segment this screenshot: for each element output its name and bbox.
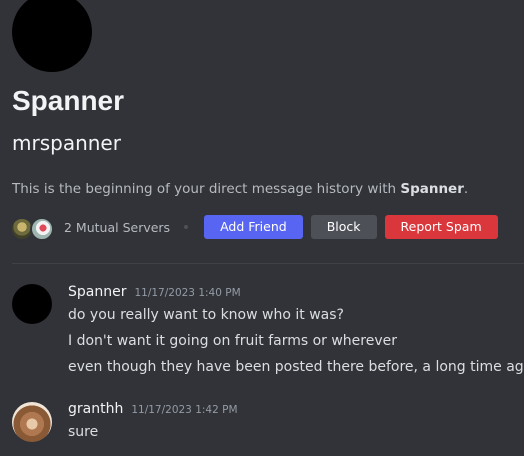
message-author[interactable]: granthh [68,401,123,417]
report-spam-button[interactable]: Report Spam [384,215,498,239]
message-timestamp: 11/17/2023 1:40 PM [134,287,241,299]
mutual-server-icons[interactable] [10,215,56,241]
message-header: Spanner 11/17/2023 1:40 PM [68,284,241,304]
intro-prefix: This is the beginning of your direct mes… [12,181,401,197]
avatar[interactable] [12,284,52,324]
message-timestamp: 11/17/2023 1:42 PM [131,404,238,416]
avatar[interactable] [12,402,52,442]
message-text: I don't want it going on fruit farms or … [68,333,398,349]
add-friend-button[interactable]: Add Friend [204,215,303,239]
message-text: even though they have been posted there … [68,359,524,375]
message-text: sure [68,424,99,440]
profile-display-name: Spanner [12,85,125,116]
profile-avatar[interactable] [12,0,92,72]
message-group: granthh 11/17/2023 1:42 PM sure [0,401,524,449]
intro-name: Spanner [400,181,464,197]
dm-intro-text: This is the beginning of your direct mes… [12,179,468,199]
message-header: granthh 11/17/2023 1:42 PM [68,401,238,421]
separator-dot [184,225,189,229]
block-button[interactable]: Block [310,215,377,239]
mutual-servers-row: 2 Mutual Servers Add Friend Block Report… [10,213,498,241]
divider [12,263,524,264]
message-author[interactable]: Spanner [68,284,126,300]
mutual-servers-label[interactable]: 2 Mutual Servers [64,220,170,235]
intro-suffix: . [463,181,469,197]
server-icon[interactable] [30,217,54,241]
message-text: do you really want to know who it was? [68,307,344,323]
message-group: Spanner 11/17/2023 1:40 PM do you really… [0,284,524,388]
profile-username: mrspanner [12,131,121,155]
